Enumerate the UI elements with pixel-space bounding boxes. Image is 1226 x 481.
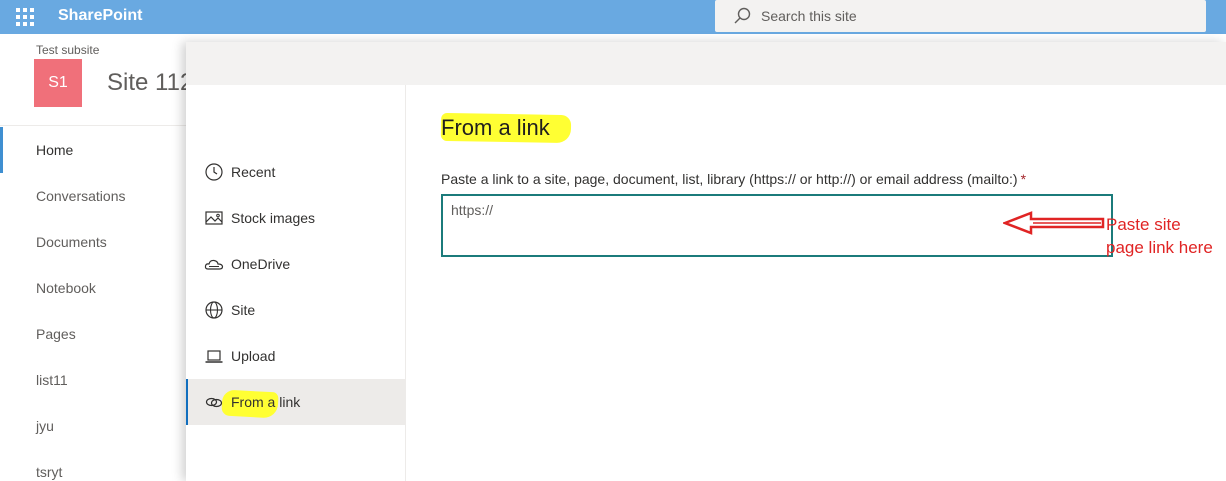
- panel-top-bar: [186, 42, 1226, 85]
- picker-nav-label: Recent: [231, 164, 276, 180]
- search-icon: [734, 7, 751, 24]
- brand-link[interactable]: SharePoint: [58, 7, 142, 25]
- picker-nav-label: Site: [231, 302, 256, 318]
- nav-item-tsryt[interactable]: tsryt: [0, 449, 186, 481]
- site-logo[interactable]: S1: [34, 59, 82, 107]
- file-picker-panel: Recent Stock images OneDrive Site Upload: [186, 42, 1226, 481]
- picker-nav-label: OneDrive: [231, 256, 291, 272]
- required-marker: *: [1020, 171, 1027, 187]
- nav-item-documents[interactable]: Documents: [0, 219, 186, 265]
- picker-nav-label: Stock images: [231, 210, 316, 226]
- cloud-icon: [204, 259, 224, 270]
- nav-item-label: Home: [36, 142, 74, 158]
- nav-item-pages[interactable]: Pages: [0, 311, 186, 357]
- nav-item-label: Pages: [36, 326, 76, 342]
- annotation-line-1: Paste site: [1106, 215, 1181, 234]
- nav-item-label: tsryt: [36, 464, 63, 480]
- clock-icon: [205, 163, 223, 181]
- link-icon: [205, 397, 223, 408]
- picker-nav-stock-images[interactable]: Stock images: [186, 195, 405, 241]
- panel-divider: [405, 85, 406, 481]
- site-header: Test subsite S1 Site 112: [0, 34, 193, 126]
- picker-nav-from-a-link[interactable]: From a link: [186, 379, 405, 425]
- link-field-label-text: Paste a link to a site, page, document, …: [441, 171, 1018, 187]
- selected-indicator: [186, 379, 188, 425]
- picker-nav-upload[interactable]: Upload: [186, 333, 405, 379]
- globe-icon: [205, 301, 223, 319]
- nav-item-label: Conversations: [36, 188, 126, 204]
- picker-nav-onedrive[interactable]: OneDrive: [186, 241, 405, 287]
- nav-item-list11[interactable]: list11: [0, 357, 186, 403]
- annotation-note: Paste site page link here: [1106, 213, 1213, 259]
- nav-item-home[interactable]: Home: [0, 127, 186, 173]
- link-field-label: Paste a link to a site, page, document, …: [441, 171, 1026, 187]
- picker-nav-site[interactable]: Site: [186, 287, 405, 333]
- suite-bar: SharePoint Search this site: [0, 0, 1226, 34]
- nav-item-conversations[interactable]: Conversations: [0, 173, 186, 219]
- nav-item-label: list11: [36, 372, 68, 388]
- annotation-line-2: page link here: [1106, 238, 1213, 257]
- header-divider: [0, 125, 186, 126]
- content-title: From a link: [441, 115, 550, 140]
- site-search-box[interactable]: Search this site: [715, 0, 1206, 32]
- picker-nav-recent[interactable]: Recent: [186, 149, 405, 195]
- nav-item-label: Notebook: [36, 280, 96, 296]
- picker-nav-label: From a link: [231, 394, 301, 410]
- active-indicator: [0, 127, 3, 173]
- site-left-nav: Home Conversations Documents Notebook Pa…: [0, 127, 186, 481]
- laptop-icon: [205, 350, 223, 363]
- picker-nav-label: Upload: [231, 348, 276, 364]
- nav-item-jyu[interactable]: jyu: [0, 403, 186, 449]
- annotation-arrow-icon: [1003, 211, 1105, 235]
- subsite-label[interactable]: Test subsite: [36, 43, 99, 57]
- image-icon: [205, 211, 223, 225]
- nav-item-label: Documents: [36, 234, 107, 250]
- site-title[interactable]: Site 112: [107, 69, 193, 97]
- search-placeholder: Search this site: [761, 8, 857, 24]
- app-launcher-icon[interactable]: [16, 8, 34, 26]
- nav-item-notebook[interactable]: Notebook: [0, 265, 186, 311]
- nav-item-label: jyu: [36, 418, 54, 434]
